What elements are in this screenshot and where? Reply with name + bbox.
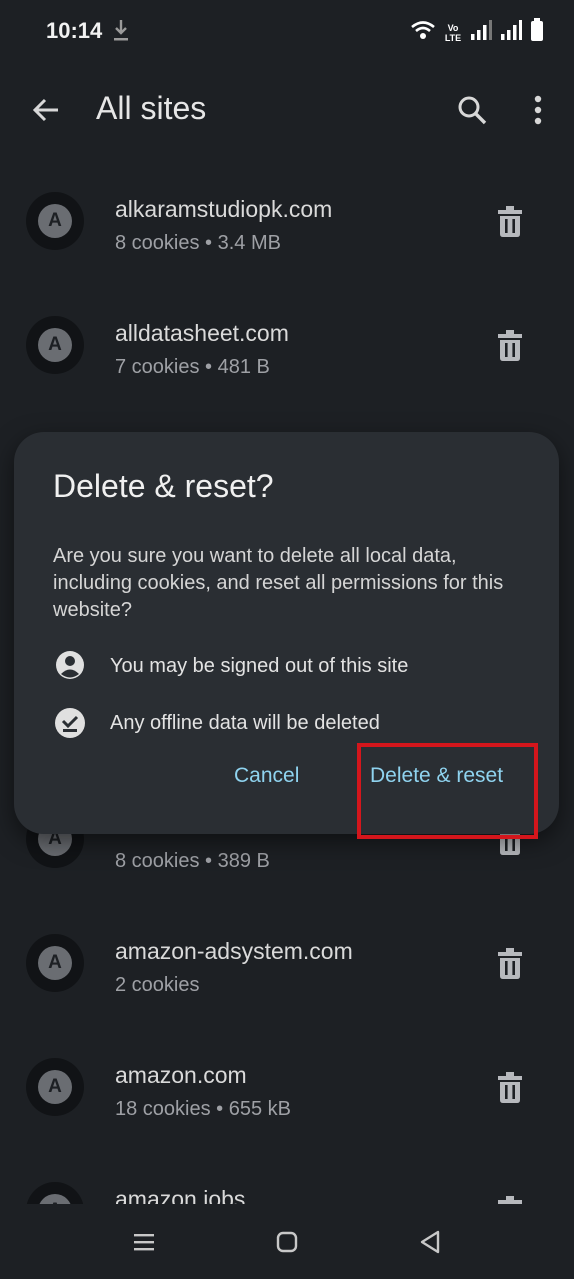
dialog-title: Delete & reset? [53,468,274,504]
system-nav-bar [0,1205,574,1279]
back-arrow-icon[interactable] [26,90,66,130]
download-icon [112,18,130,44]
dialog-item-text: Any offline data will be deleted [110,711,380,734]
site-row[interactable]: A amazon.com 18 cookies • 655 kB [0,1026,574,1150]
status-bar: 10:14 Vo LTE [0,0,574,62]
site-domain: alkaramstudiopk.com [115,196,333,222]
network-label: Vo LTE [444,22,462,43]
trash-icon[interactable] [492,1192,528,1204]
dialog-item-text: You may be signed out of this site [110,654,409,677]
site-domain: alldatasheet.com [115,320,289,346]
dialog-item-signed-out: You may be signed out of this site [52,648,408,684]
site-meta: 8 cookies • 3.4 MB [115,232,281,254]
home-icon[interactable] [267,1225,307,1259]
site-meta: 7 cookies • 481 B [115,356,270,378]
account-circle-icon [52,648,88,684]
menu-icon[interactable] [124,1225,164,1259]
back-icon[interactable] [410,1225,450,1259]
site-meta: 18 cookies • 655 kB [115,1098,291,1120]
site-row[interactable]: A amazon-adsystem.com 2 cookies [0,902,574,1026]
favicon-avatar: A [26,1182,84,1204]
site-domain: amazon-adsystem.com [115,938,353,964]
battery-icon [530,18,544,47]
dialog-body: Are you sure you want to delete all loca… [53,545,504,621]
search-icon[interactable] [452,90,492,130]
favicon-avatar: A [26,1058,84,1116]
site-meta: 8 cookies • 389 B [115,850,270,872]
site-domain: amazon.com [115,1062,247,1088]
site-row[interactable]: A alldatasheet.com 7 cookies • 481 B [0,284,574,408]
wifi-icon [410,19,436,46]
offline-check-icon [52,705,88,741]
cancel-button[interactable]: Cancel [220,754,313,798]
signal-icon-2 [500,20,522,45]
favicon-avatar: A [26,934,84,992]
favicon-avatar: A [26,192,84,250]
trash-icon[interactable] [492,1068,528,1108]
more-vert-icon[interactable] [522,90,554,130]
app-bar: All sites [0,62,574,158]
signal-icon [470,20,492,45]
trash-icon[interactable] [492,326,528,366]
site-domain: amazon.jobs [115,1186,246,1204]
dialog-item-offline-data: Any offline data will be deleted [52,705,380,741]
highlight-box [357,743,538,839]
trash-icon[interactable] [492,944,528,984]
favicon-avatar: A [26,316,84,374]
trash-icon[interactable] [492,202,528,242]
status-time: 10:14 [46,18,103,43]
page-title: All sites [96,90,207,126]
site-meta: 2 cookies [115,974,200,996]
site-row[interactable]: A amazon.jobs [0,1150,574,1204]
site-row[interactable]: A alkaramstudiopk.com 8 cookies • 3.4 MB [0,160,574,284]
